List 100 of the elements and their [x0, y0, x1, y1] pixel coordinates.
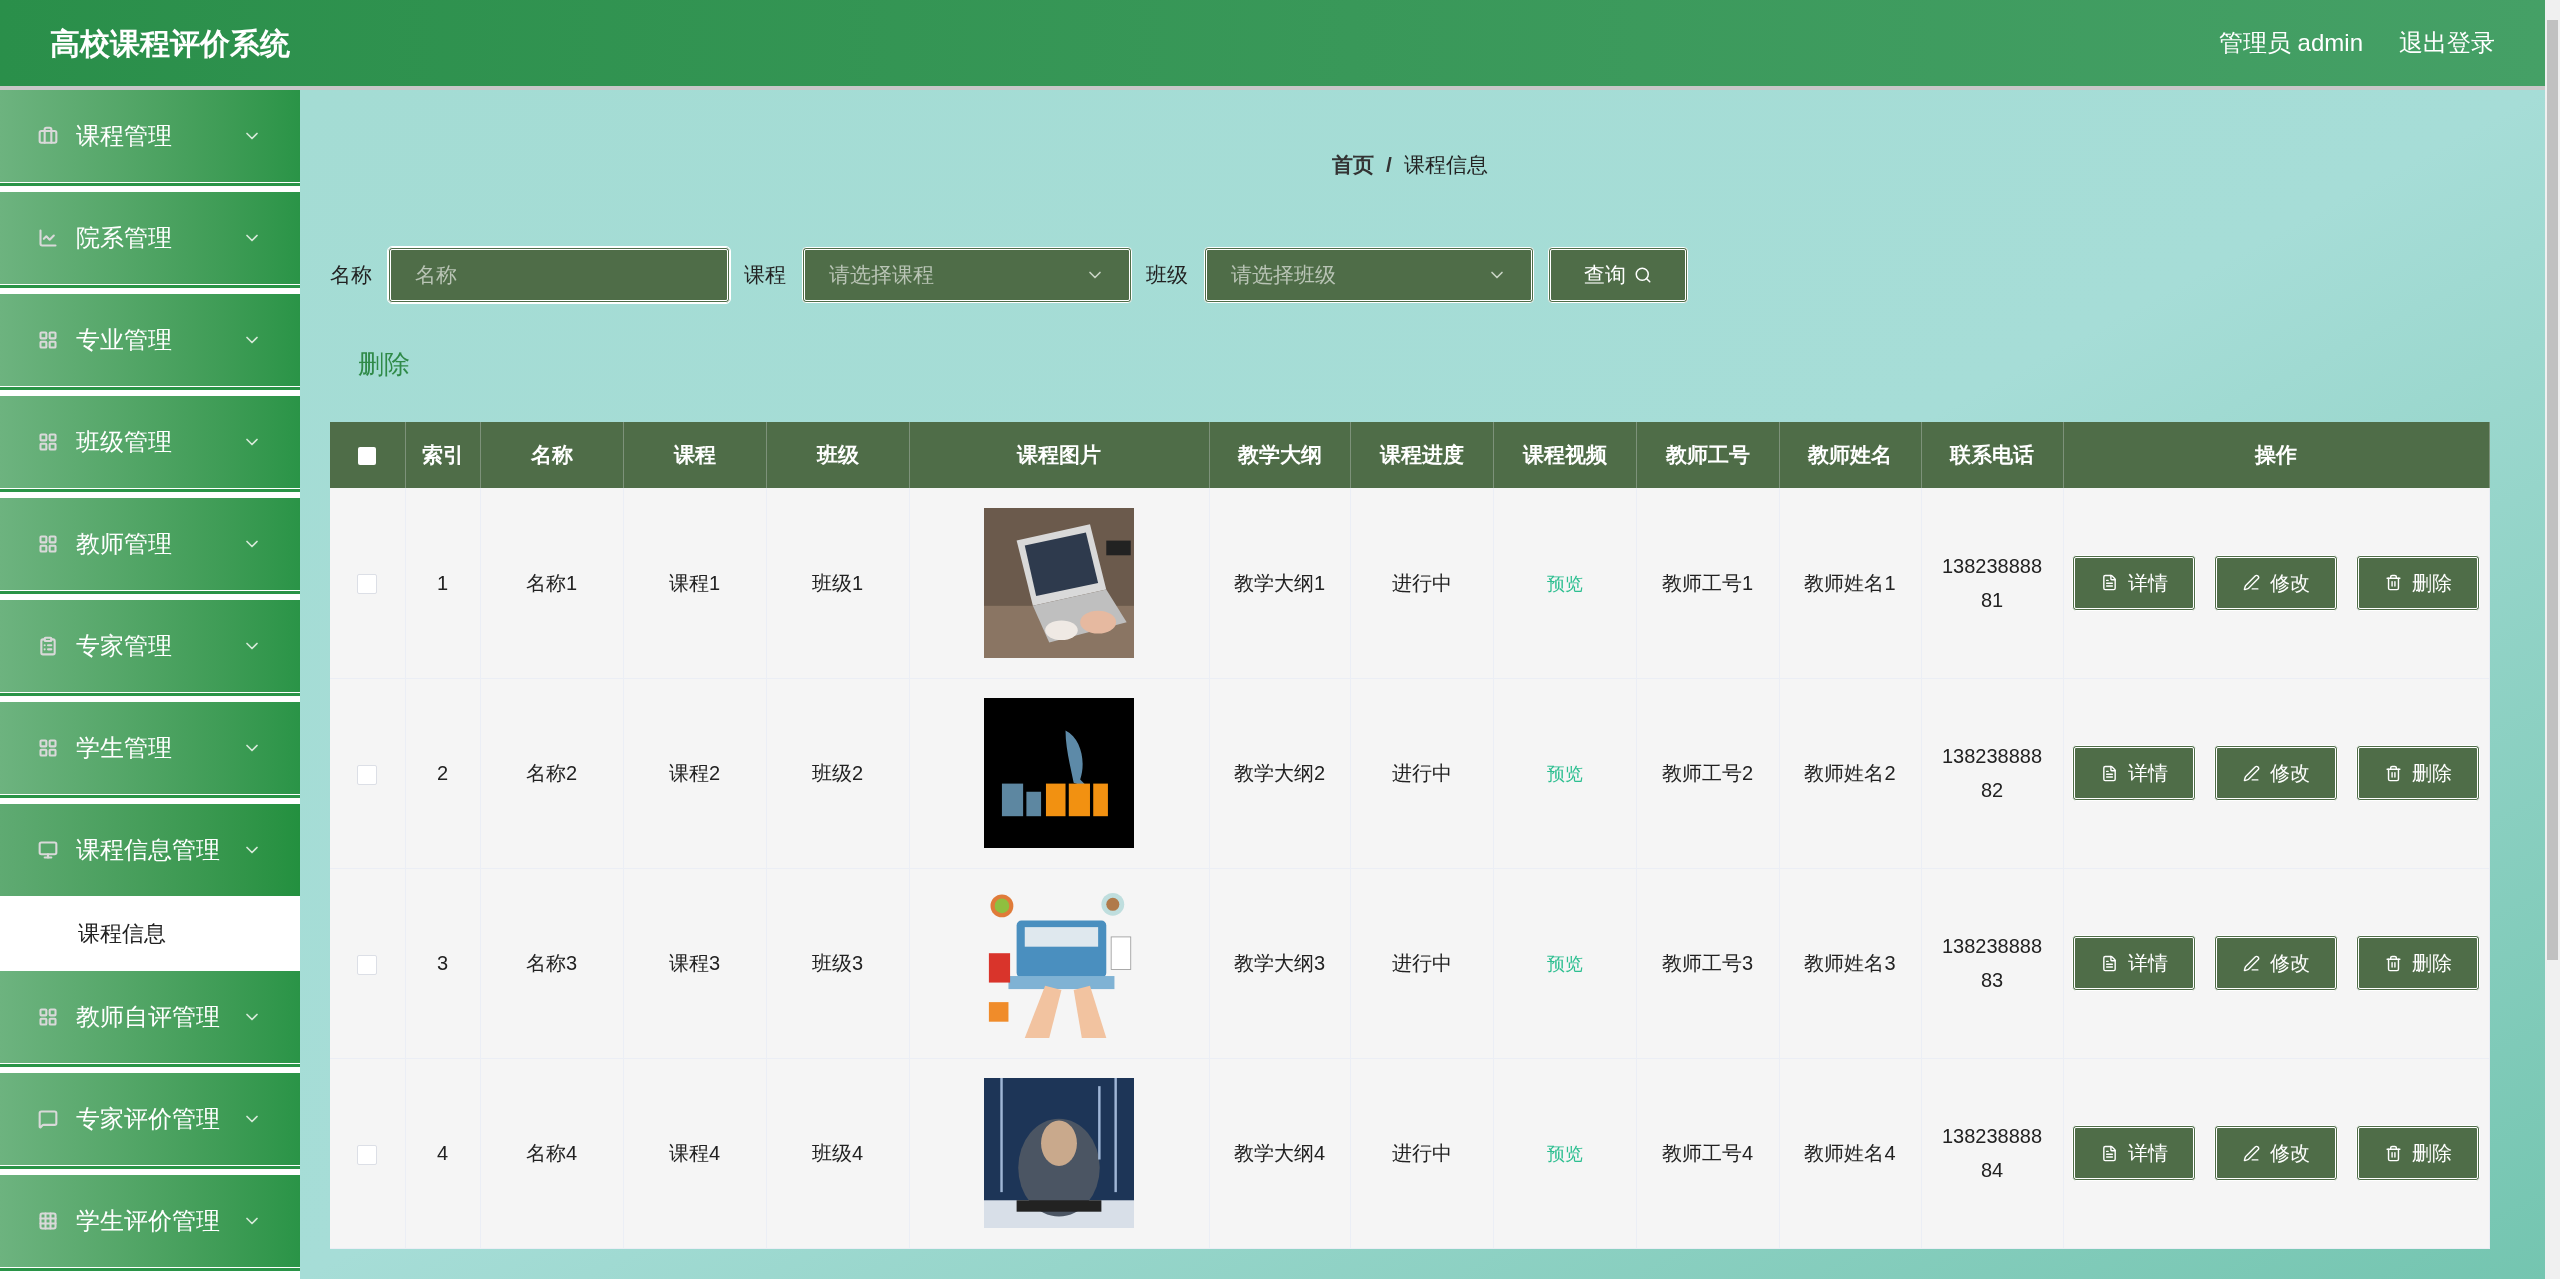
chat-icon	[38, 1109, 58, 1129]
sidebar-item[interactable]: 专家评价管理	[0, 1073, 300, 1165]
search-label: 课程	[744, 262, 786, 289]
action-button[interactable]: 详情	[2072, 1125, 2197, 1181]
select-all-checkbox[interactable]	[358, 446, 377, 465]
table-cell: 教师姓名1	[1779, 488, 1921, 678]
table-cell: 教学大纲2	[1209, 678, 1350, 868]
grid-icon	[38, 738, 58, 758]
scrollbar[interactable]	[2545, 0, 2560, 1279]
column-header: 课程进度	[1350, 422, 1493, 488]
column-header: 课程	[623, 422, 766, 488]
action-button[interactable]: 删除	[2356, 554, 2481, 611]
table-cell-text: 13823888883	[1940, 934, 2044, 993]
table-cell: 教师工号1	[1636, 488, 1779, 678]
trash-icon	[2384, 764, 2402, 782]
table-cell: 教师工号4	[1636, 1058, 1779, 1248]
delete-link[interactable]: 删除	[358, 345, 410, 384]
pen-icon	[2242, 954, 2260, 972]
sidebar-item[interactable]: 课程信息管理	[0, 804, 300, 896]
select-field[interactable]: 请选择班级	[1204, 247, 1534, 303]
pen-icon	[2242, 764, 2260, 782]
document-icon	[2100, 954, 2118, 972]
briefcase-icon	[38, 126, 58, 146]
user-label: 管理员 admin	[2218, 28, 2363, 58]
table-cell: 进行中	[1350, 1058, 1493, 1248]
trash-icon	[2384, 1144, 2402, 1162]
column-header: 操作	[2063, 422, 2490, 488]
sidebar-item[interactable]: 课程管理	[0, 90, 300, 182]
action-button[interactable]: 修改	[2214, 554, 2339, 611]
table-cell: 名称4	[480, 1058, 623, 1248]
trash-icon	[2384, 954, 2402, 972]
preview-link[interactable]: 预览	[1546, 954, 1583, 974]
table-cell: 进行中	[1350, 488, 1493, 678]
document-icon	[2100, 764, 2118, 782]
table-cell: 课程4	[623, 1058, 766, 1248]
action-button[interactable]: 详情	[2072, 935, 2197, 991]
row-checkbox[interactable]	[357, 764, 378, 785]
sidebar-item[interactable]: 教师自评管理	[0, 971, 300, 1063]
breadcrumb-home[interactable]: 首页	[1332, 149, 1375, 181]
grid-icon	[38, 330, 58, 350]
preview-link[interactable]: 预览	[1546, 1144, 1583, 1164]
action-button[interactable]: 详情	[2072, 745, 2197, 801]
table-cell: 课程3	[623, 868, 766, 1058]
query-button[interactable]: 查询	[1548, 247, 1688, 303]
table-cell: 教师姓名2	[1779, 678, 1921, 868]
action-button[interactable]: 删除	[2356, 745, 2481, 801]
breadcrumb-separator: /	[1386, 152, 1392, 179]
monitor-icon	[38, 840, 58, 860]
name-input[interactable]: 名称	[388, 247, 730, 303]
search-icon	[1634, 266, 1652, 284]
select-field[interactable]: 请选择课程	[802, 247, 1132, 303]
row-checkbox[interactable]	[357, 574, 378, 595]
column-header: 名称	[480, 422, 623, 488]
table-cell: 教师姓名4	[1779, 1058, 1921, 1248]
sidebar-item[interactable]: 班级管理	[0, 396, 300, 488]
sidebar-item[interactable]: 教师管理	[0, 498, 300, 590]
preview-link[interactable]: 预览	[1546, 573, 1583, 594]
action-button[interactable]: 修改	[2214, 1125, 2339, 1181]
column-header: 教师工号	[1636, 422, 1779, 488]
action-button[interactable]: 修改	[2214, 745, 2339, 801]
table-cell: 1	[405, 488, 480, 678]
table-cell: 3	[405, 868, 480, 1058]
document-icon	[2100, 574, 2118, 592]
sidebar-item[interactable]: 学生管理	[0, 702, 300, 794]
breadcrumb-current: 课程信息	[1403, 152, 1488, 179]
grid-icon	[38, 1007, 58, 1027]
action-button[interactable]: 详情	[2072, 554, 2197, 611]
action-button[interactable]: 修改	[2214, 935, 2339, 991]
grid-icon	[38, 432, 58, 452]
sidebar-item[interactable]: 学生评价管理	[0, 1175, 300, 1267]
table-cell: 名称3	[480, 868, 623, 1058]
sidebar-item[interactable]: 专业管理	[0, 294, 300, 386]
document-icon	[2100, 1144, 2118, 1162]
sidebar-item[interactable]: 专家管理	[0, 600, 300, 692]
table-cell: 班级3	[766, 868, 909, 1058]
app-title: 高校课程评价系统	[50, 25, 290, 62]
action-button[interactable]: 删除	[2356, 935, 2481, 991]
table-cell: 教学大纲3	[1209, 868, 1350, 1058]
logout-link[interactable]: 退出登录	[2399, 25, 2495, 61]
grid-icon	[38, 1211, 58, 1231]
table-cell: 教师工号3	[1636, 868, 1779, 1058]
row-checkbox[interactable]	[357, 954, 378, 975]
column-header: 教学大纲	[1209, 422, 1350, 488]
table-cell: 课程2	[623, 678, 766, 868]
row-checkbox[interactable]	[357, 1144, 378, 1165]
table-cell: 教师工号2	[1636, 678, 1779, 868]
trash-icon	[2384, 574, 2402, 592]
table-cell-text: 13823888881	[1940, 553, 2044, 613]
table-cell: 进行中	[1350, 678, 1493, 868]
action-button[interactable]: 删除	[2356, 1125, 2481, 1181]
sidebar-item[interactable]: 院系管理	[0, 192, 300, 284]
table-cell: 教师姓名3	[1779, 868, 1921, 1058]
preview-link[interactable]: 预览	[1546, 764, 1583, 784]
table-cell: 班级4	[766, 1058, 909, 1248]
table-cell: 课程1	[623, 488, 766, 678]
column-header: 教师姓名	[1779, 422, 1921, 488]
column-header: 课程视频	[1493, 422, 1636, 488]
column-header: 班级	[766, 422, 909, 488]
column-header: 课程图片	[909, 422, 1209, 488]
table-cell: 名称1	[480, 488, 623, 678]
